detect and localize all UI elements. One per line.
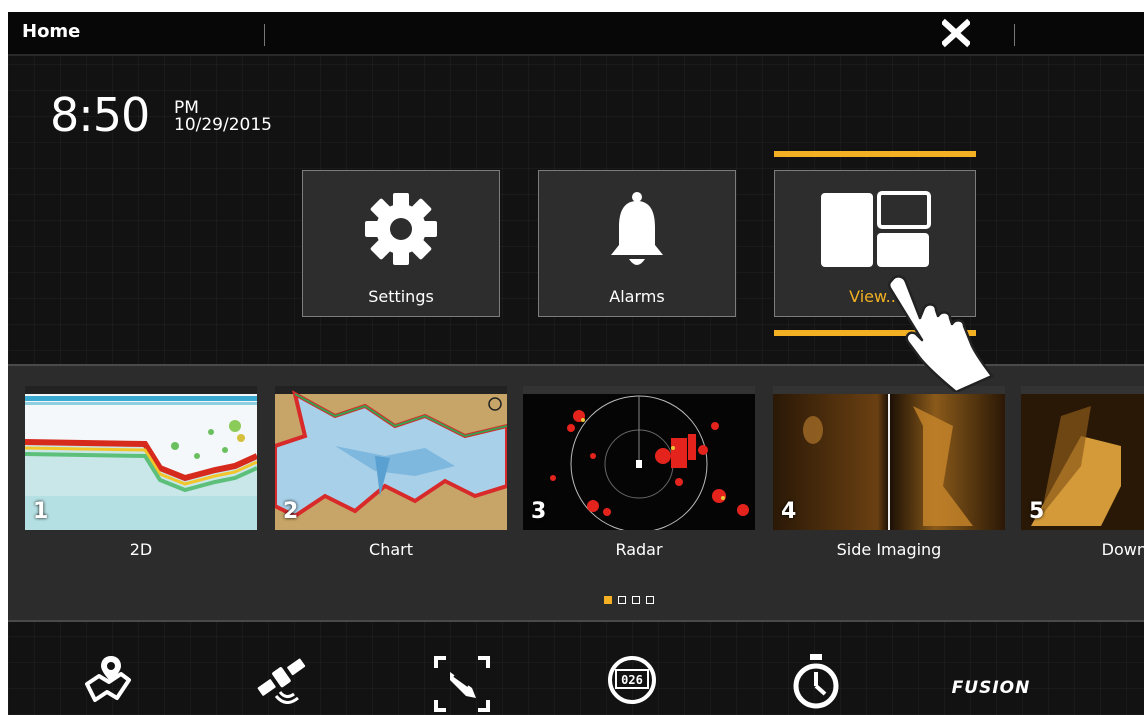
top-bar: Home	[8, 12, 1144, 56]
boat-view-button[interactable]	[432, 654, 492, 714]
clock-date: 10/29/2015	[174, 115, 272, 135]
alarms-button[interactable]: Alarms	[538, 170, 736, 317]
view-carousel[interactable]: 1 2D 2 Chart 3 Radar 4 Side Imaging 5 Do…	[8, 364, 1144, 622]
tool-bar: 026 FUSION	[8, 632, 1144, 715]
boat-target-icon	[434, 656, 490, 712]
layout-icon	[775, 191, 975, 269]
page-dot[interactable]	[632, 596, 640, 604]
satellite-icon	[257, 658, 306, 704]
settings-button[interactable]: Settings	[302, 170, 500, 317]
map-pin-icon	[85, 656, 131, 702]
divider	[264, 24, 265, 46]
home-screen: Home 8:50 PM 10/29/2015 Settings Alarms …	[8, 12, 1144, 715]
view-number: 3	[531, 499, 547, 524]
bell-icon	[539, 191, 735, 273]
trip-log-icon: 026	[608, 656, 656, 704]
alarms-label: Alarms	[609, 287, 665, 306]
view-thumbnail-down-imaging[interactable]: 5	[1021, 386, 1144, 530]
svg-text:026: 026	[621, 673, 643, 687]
page-title: Home	[22, 21, 81, 42]
view-label: Side Imaging	[836, 540, 942, 559]
satellite-button[interactable]	[252, 654, 312, 714]
page-dot[interactable]	[618, 596, 626, 604]
view-number: 5	[1029, 499, 1045, 524]
timer-button[interactable]	[786, 654, 846, 714]
view-number: 2	[283, 499, 299, 524]
page-dot[interactable]	[604, 596, 612, 604]
close-icon	[940, 18, 972, 48]
settings-label: Settings	[368, 287, 434, 306]
gear-icon	[303, 191, 499, 267]
view-thumbnail-2d[interactable]: 1	[25, 386, 257, 530]
view-number: 1	[33, 499, 49, 524]
view-label: Down Im	[1101, 540, 1144, 559]
view-label: Chart	[369, 540, 413, 559]
pointing-hand-icon	[886, 272, 996, 396]
fusion-logo[interactable]: FUSION	[946, 678, 1036, 715]
navigation-button[interactable]	[78, 654, 138, 714]
view-label: 2D	[129, 540, 153, 559]
fusion-label: FUSION	[951, 678, 1031, 698]
divider	[1014, 24, 1015, 46]
page-dot[interactable]	[646, 596, 654, 604]
view-thumbnail-radar[interactable]: 3	[523, 386, 755, 530]
selection-indicator-top	[774, 151, 976, 157]
close-button[interactable]	[940, 18, 972, 48]
clock-time: 8:50	[50, 88, 150, 142]
trip-log-button[interactable]: 026	[602, 654, 662, 714]
stopwatch-icon	[793, 654, 839, 709]
view-thumbnail-side-imaging[interactable]: 4	[773, 386, 1005, 530]
view-thumbnail-chart[interactable]: 2	[275, 386, 507, 530]
page-indicator	[604, 596, 654, 604]
view-label: Radar	[615, 540, 663, 559]
view-number: 4	[781, 499, 797, 524]
